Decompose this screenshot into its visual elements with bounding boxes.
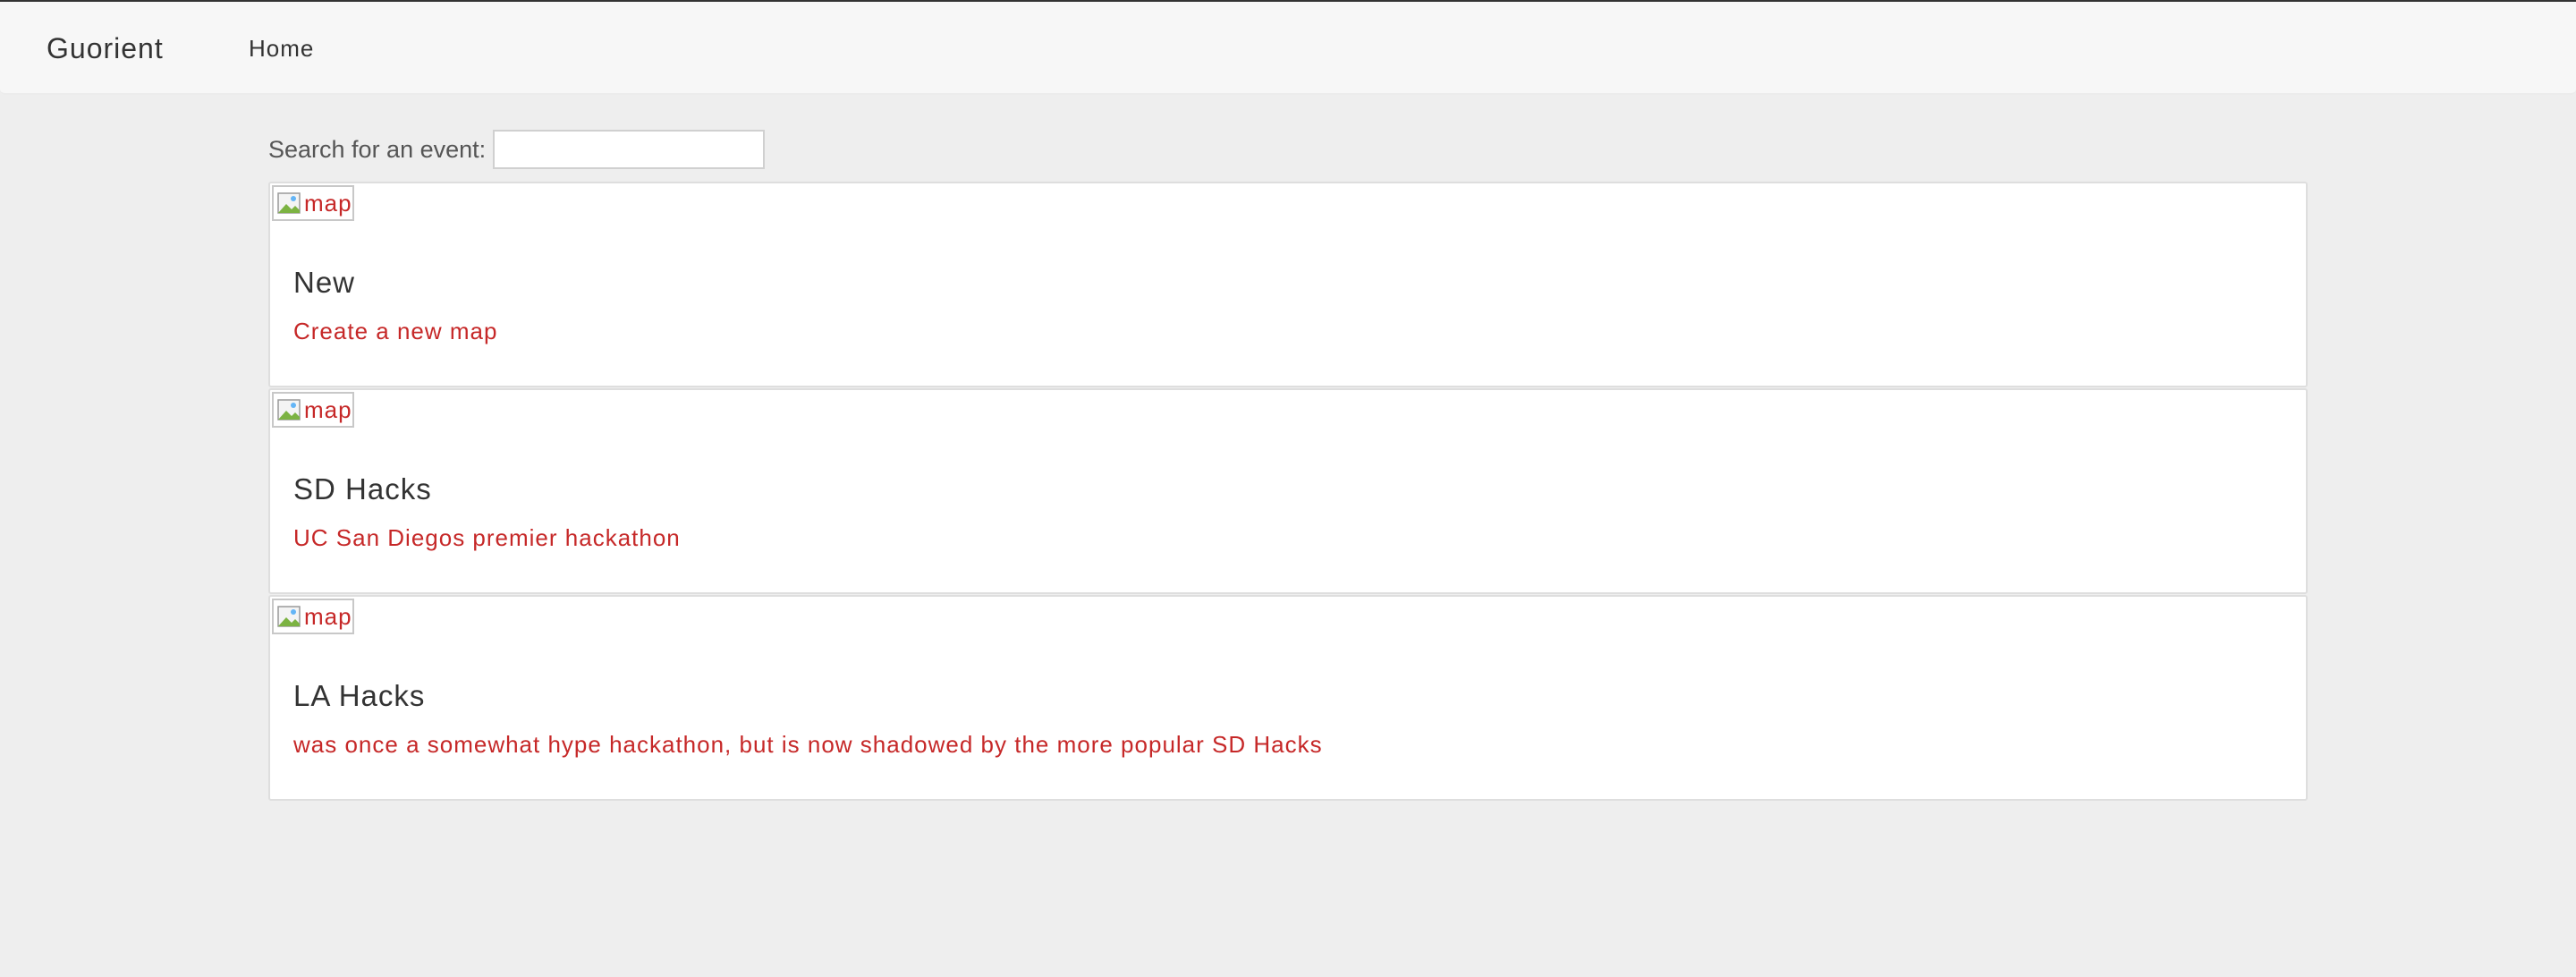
nav-link-home[interactable]: Home xyxy=(249,2,314,95)
event-card-sd-hacks[interactable]: map SD Hacks UC San Diegos premier hacka… xyxy=(268,388,2308,594)
event-description: UC San Diegos premier hackathon xyxy=(293,524,681,551)
map-image: map xyxy=(272,599,354,634)
map-image-alt: map xyxy=(304,395,352,423)
map-image: map xyxy=(272,185,354,221)
event-title: SD Hacks xyxy=(293,472,432,505)
event-card-new[interactable]: map New Create a new map xyxy=(268,182,2308,387)
broken-image-icon xyxy=(277,606,301,627)
map-image-alt: map xyxy=(304,602,352,630)
event-card-la-hacks[interactable]: map LA Hacks was once a somewhat hype ha… xyxy=(268,595,2308,801)
event-description: was once a somewhat hype hackathon, but … xyxy=(293,731,1323,758)
search-row: Search for an event: xyxy=(268,129,766,170)
navbar: Guorient Home xyxy=(0,2,2576,95)
brand-link[interactable]: Guorient xyxy=(47,2,164,95)
event-title: LA Hacks xyxy=(293,679,426,712)
event-description: Create a new map xyxy=(293,318,498,344)
event-title: New xyxy=(293,266,356,299)
map-image-alt: map xyxy=(304,189,352,217)
broken-image-icon xyxy=(277,192,301,214)
map-image: map xyxy=(272,392,354,428)
search-label: Search for an event: xyxy=(268,135,487,163)
search-input[interactable] xyxy=(493,130,766,169)
broken-image-icon xyxy=(277,399,301,421)
